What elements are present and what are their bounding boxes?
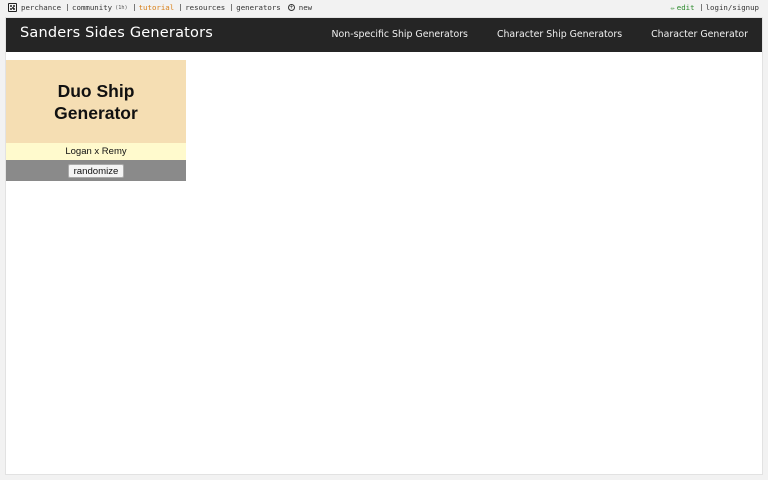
edit-label: edit: [676, 3, 695, 12]
separator: [231, 4, 233, 11]
community-link[interactable]: community (1h): [72, 3, 128, 12]
separator: [67, 4, 69, 11]
navbar: Sanders Sides Generators Non-specific Sh…: [6, 18, 762, 52]
perchance-label: perchance: [21, 3, 62, 12]
nav-links: Non-specific Ship Generators Character S…: [332, 29, 748, 40]
separator: [133, 4, 135, 11]
resources-link[interactable]: resources: [185, 3, 225, 12]
edit-link[interactable]: ✏ edit: [671, 3, 695, 12]
separator: [180, 4, 182, 11]
generators-label: generators: [236, 3, 281, 12]
tutorial-label: tutorial: [138, 3, 175, 12]
new-link[interactable]: + new: [287, 3, 313, 12]
plus-circle-icon: +: [287, 4, 295, 11]
nav-non-specific-ship-generators[interactable]: Non-specific Ship Generators: [332, 29, 468, 40]
community-label: community: [72, 3, 113, 12]
generator-output: Logan x Remy: [6, 143, 186, 160]
randomize-button[interactable]: randomize: [67, 163, 125, 178]
login-signup-label: login/signup: [705, 3, 759, 12]
page-frame: Sanders Sides Generators Non-specific Sh…: [5, 17, 763, 475]
nav-character-ship-generators[interactable]: Character Ship Generators: [497, 29, 622, 40]
generator-title: Duo Ship Generator: [54, 80, 138, 123]
nav-character-generator[interactable]: Character Generator: [651, 29, 748, 40]
resources-label: resources: [185, 3, 226, 12]
generator-card: Duo Ship Generator Logan x Remy randomiz…: [6, 60, 186, 181]
tutorial-link[interactable]: tutorial: [139, 3, 175, 12]
generators-link[interactable]: generators: [236, 3, 281, 12]
generator-header: Duo Ship Generator: [6, 60, 186, 143]
top-bar-right: ✏ edit login/signup: [671, 3, 759, 12]
dice-icon: [8, 3, 17, 12]
top-bar: perchance community (1h) tutorial resour…: [0, 0, 768, 17]
top-bar-left: perchance community (1h) tutorial resour…: [8, 3, 312, 12]
separator: [284, 4, 285, 11]
login-signup-link[interactable]: login/signup: [706, 3, 759, 12]
separator: [700, 4, 702, 11]
pencil-icon: ✏: [670, 3, 675, 12]
generator-footer: randomize: [6, 160, 186, 181]
perchance-home-link[interactable]: perchance: [8, 3, 61, 12]
new-label: new: [298, 3, 313, 12]
community-badge: (1h): [115, 4, 128, 11]
site-brand[interactable]: Sanders Sides Generators: [20, 25, 213, 41]
